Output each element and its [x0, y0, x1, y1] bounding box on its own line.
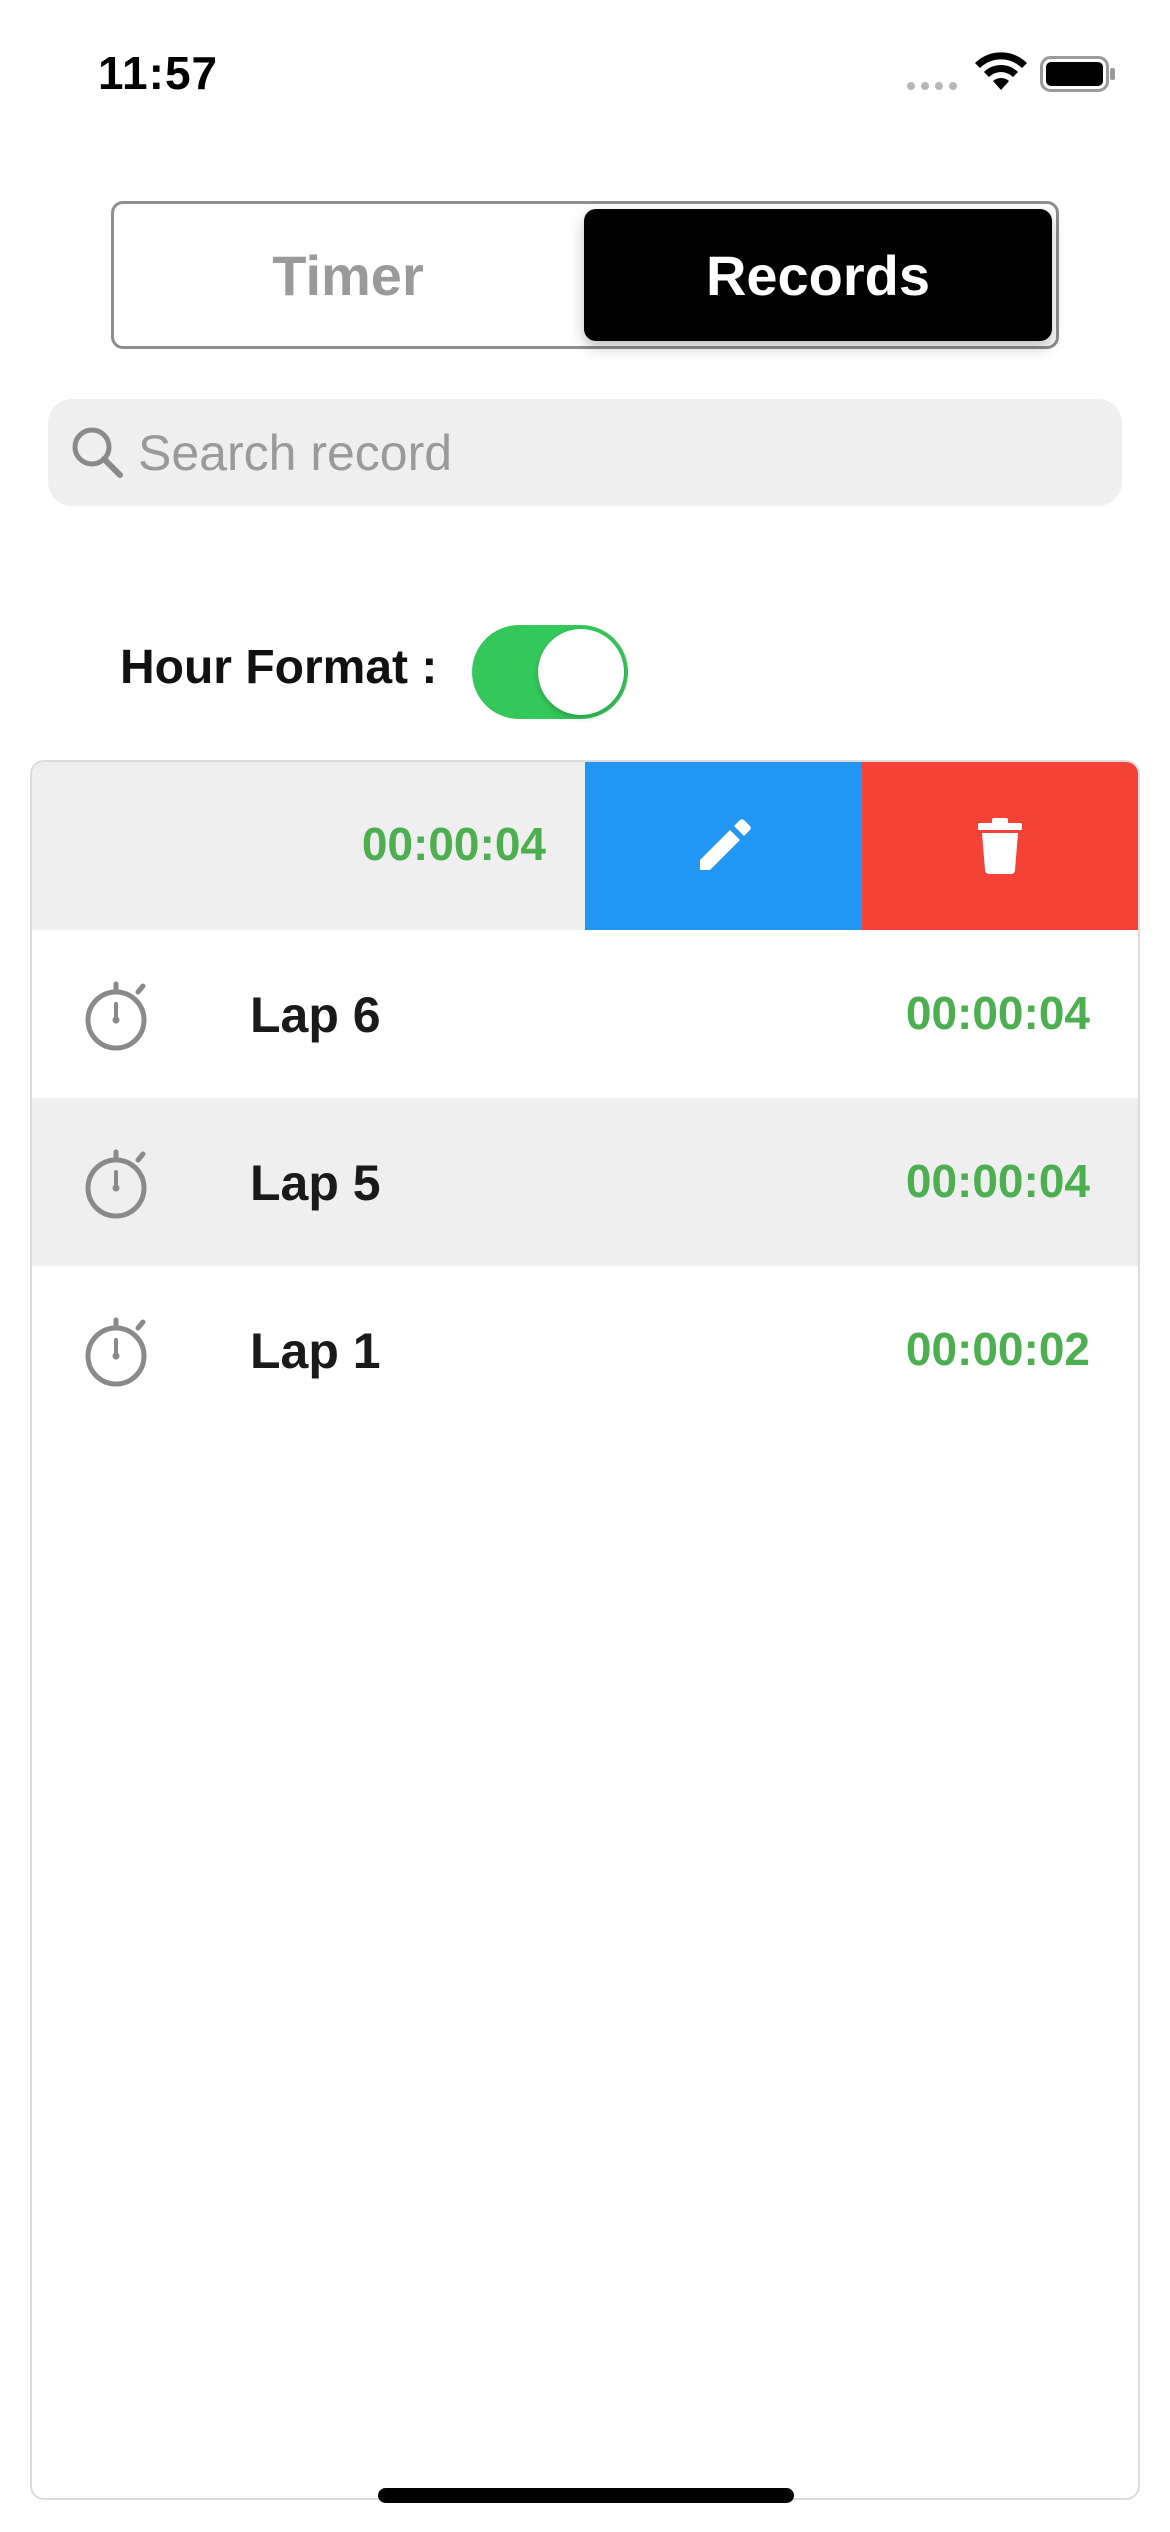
swiped-record-row[interactable]: 00:00:04 — [32, 762, 1138, 930]
stopwatch-icon — [85, 1149, 147, 1219]
hour-format-label: Hour Format : — [120, 641, 438, 694]
search-bar — [48, 399, 1122, 506]
wifi-icon — [975, 52, 1027, 90]
record-label: Lap 6 — [250, 987, 381, 1043]
battery-icon — [1040, 56, 1115, 92]
toggle-knob — [538, 629, 624, 715]
segmented-control: Timer Records — [111, 201, 1059, 349]
tab-timer[interactable]: Timer — [114, 204, 582, 346]
hour-format-toggle[interactable] — [472, 625, 628, 719]
pencil-icon — [699, 819, 751, 870]
record-time: 00:00:04 — [361, 818, 546, 870]
delete-button[interactable] — [862, 762, 1138, 930]
trash-icon — [978, 818, 1022, 874]
records-list: 00:00:04 Lap 6 00:00:04 Lap 5 00:00:04 L… — [30, 760, 1140, 2500]
status-bar: 11:57 — [0, 0, 1170, 150]
edit-button[interactable] — [585, 762, 862, 930]
search-input[interactable] — [138, 399, 1098, 506]
record-time: 00:00:04 — [905, 987, 1090, 1039]
list-item[interactable]: Lap 6 00:00:04 — [32, 930, 1138, 1098]
tab-records[interactable]: Records — [584, 209, 1052, 341]
record-label: Lap 5 — [250, 1155, 381, 1211]
search-icon — [72, 427, 123, 478]
status-time: 11:57 — [98, 47, 219, 99]
list-item[interactable]: Lap 5 00:00:04 — [32, 1098, 1138, 1266]
record-time: 00:00:02 — [905, 1323, 1090, 1375]
record-label: Lap 1 — [250, 1323, 381, 1379]
stopwatch-icon — [85, 981, 147, 1051]
stopwatch-icon — [85, 1317, 147, 1387]
record-time: 00:00:04 — [905, 1155, 1090, 1207]
list-item[interactable]: Lap 1 00:00:02 — [32, 1266, 1138, 1434]
home-indicator[interactable] — [378, 2488, 794, 2503]
signal-icon — [907, 80, 959, 92]
